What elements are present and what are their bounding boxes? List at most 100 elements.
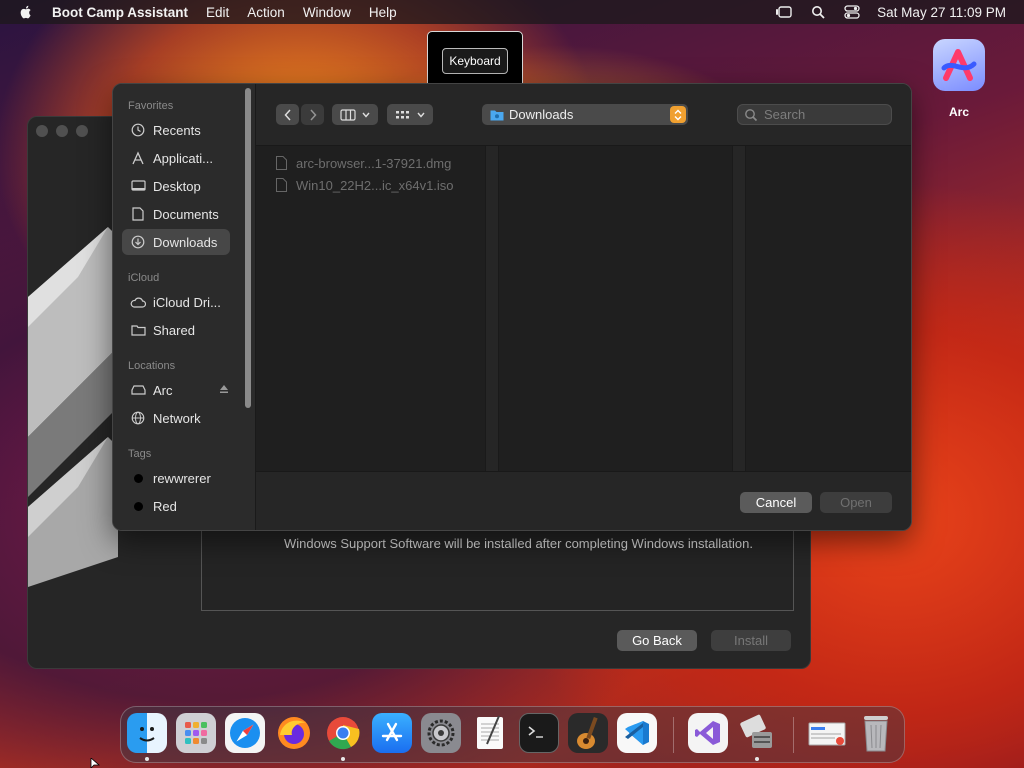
dock-finder-icon[interactable]: [127, 713, 167, 753]
file-name: arc-browser...1-37921.dmg: [296, 155, 452, 171]
dock-system-settings-icon[interactable]: [421, 713, 461, 753]
search-field[interactable]: [737, 104, 892, 125]
dock-chrome-icon[interactable]: [323, 713, 363, 753]
go-back-button[interactable]: Go Back: [617, 630, 697, 651]
dock-garageband-icon[interactable]: [568, 713, 608, 753]
open-button[interactable]: Open: [820, 492, 892, 513]
sidebar: Favorites Recents Applicati... Desktop D…: [113, 84, 256, 530]
sidebar-item-arc[interactable]: Arc: [122, 377, 230, 403]
dock-safari-icon[interactable]: [225, 713, 265, 753]
install-button[interactable]: Install: [711, 630, 791, 651]
dock-firefox-icon[interactable]: [274, 713, 314, 753]
sidebar-item-applications[interactable]: Applicati...: [122, 145, 230, 171]
running-indicator: [145, 757, 149, 761]
sidebar-item-label: iCloud Dri...: [153, 294, 221, 310]
dock-visual-studio-icon[interactable]: [688, 713, 728, 753]
search-icon: [745, 108, 758, 121]
stepper-icon: [670, 106, 686, 123]
sidebar-item-label: Network: [153, 410, 201, 426]
sidebar-item-tag-partial[interactable]: O: [122, 521, 230, 530]
sidebar-item-network[interactable]: Network: [122, 405, 230, 431]
sidebar-item-shared[interactable]: Shared: [122, 317, 230, 343]
sidebar-section-favorites: Favorites: [128, 100, 174, 112]
location-popup[interactable]: Downloads: [482, 104, 688, 125]
drive-icon: [130, 382, 146, 398]
shared-folder-icon: [130, 322, 146, 338]
sidebar-item-label: Shared: [153, 322, 195, 338]
list-item[interactable]: Win10_22H2...ic_x64v1.iso: [276, 175, 454, 195]
menu-edit[interactable]: Edit: [206, 5, 229, 20]
apple-icon[interactable]: [18, 4, 34, 20]
sidebar-item-documents[interactable]: Documents: [122, 201, 230, 227]
column-resize-handle[interactable]: [485, 146, 499, 471]
sidebar-section-locations: Locations: [128, 360, 176, 372]
grid-icon: [396, 110, 409, 118]
close-button[interactable]: [36, 125, 48, 137]
bootcamp-info-text: Windows Support Software will be install…: [284, 536, 753, 551]
keyboard-popup: Keyboard: [427, 31, 523, 90]
sidebar-scrollbar[interactable]: [245, 88, 251, 408]
applications-icon: [130, 150, 146, 166]
open-file-panel: Favorites Recents Applicati... Desktop D…: [112, 83, 912, 531]
sidebar-item-icloud-drive[interactable]: iCloud Dri...: [122, 289, 230, 315]
menu-window[interactable]: Window: [303, 5, 351, 20]
sidebar-item-label: Applicati...: [153, 150, 213, 166]
list-item[interactable]: arc-browser...1-37921.dmg: [276, 153, 451, 173]
column-view-button[interactable]: [332, 104, 378, 125]
minimize-button[interactable]: [56, 125, 68, 137]
column-resize-handle[interactable]: [732, 146, 746, 471]
sidebar-item-label: Arc: [153, 382, 173, 398]
dock-preview-icon[interactable]: [807, 713, 847, 753]
back-button[interactable]: [276, 104, 299, 125]
forward-button[interactable]: [301, 104, 324, 125]
group-by-button[interactable]: [387, 104, 433, 125]
location-label: Downloads: [509, 107, 574, 122]
sidebar-item-desktop[interactable]: Desktop: [122, 173, 230, 199]
stage-manager-icon[interactable]: [775, 5, 793, 19]
sidebar-item-tag-red[interactable]: Red: [122, 493, 230, 519]
menu-action[interactable]: Action: [247, 5, 285, 20]
dock-vscode-icon[interactable]: [617, 713, 657, 753]
sidebar-item-label: rewwrerer: [153, 470, 211, 486]
columns-icon: [340, 108, 356, 121]
dock-trash-icon[interactable]: [856, 713, 896, 753]
cancel-button[interactable]: Cancel: [740, 492, 812, 513]
eject-icon[interactable]: [218, 383, 230, 395]
dock-separator: [793, 717, 794, 753]
dock-terminal-icon[interactable]: [519, 713, 559, 753]
chevron-right-icon: [309, 108, 317, 121]
sidebar-item-downloads[interactable]: Downloads: [122, 229, 230, 255]
menu-help[interactable]: Help: [369, 5, 397, 20]
search-input[interactable]: [764, 107, 884, 122]
desktop-icon-label: Arc: [948, 105, 969, 119]
sidebar-item-label: Red: [153, 498, 177, 514]
desktop-icon-arc[interactable]: Arc: [931, 39, 987, 119]
tag-dot-icon: [130, 526, 146, 530]
control-center-icon[interactable]: [843, 5, 861, 19]
running-indicator: [341, 757, 345, 761]
dock-textedit-icon[interactable]: [470, 713, 510, 753]
file-name: Win10_22H2...ic_x64v1.iso: [296, 177, 454, 193]
nav-buttons: [276, 104, 324, 125]
window-controls: [36, 125, 88, 137]
dock: [120, 706, 905, 763]
tag-dot-icon: [130, 498, 146, 514]
keyboard-key: Keyboard: [442, 47, 508, 74]
dock-launchpad-icon[interactable]: [176, 713, 216, 753]
file-icon: [276, 178, 287, 192]
arc-drive-icon[interactable]: [933, 39, 985, 91]
app-name-menu[interactable]: Boot Camp Assistant: [52, 5, 188, 20]
sidebar-item-tag-rewwrerer[interactable]: rewwrerer: [122, 465, 230, 491]
bootcamp-logo-icon: [28, 227, 118, 587]
sidebar-item-recents[interactable]: Recents: [122, 117, 230, 143]
dock-app-store-icon[interactable]: [372, 713, 412, 753]
chevron-down-icon: [417, 112, 425, 118]
menu-bar-clock[interactable]: Sat May 27 11:09 PM: [877, 5, 1006, 20]
sidebar-section-icloud: iCloud: [128, 272, 160, 284]
zoom-button[interactable]: [76, 125, 88, 137]
dock-bootcamp-icon[interactable]: [737, 713, 777, 753]
spotlight-search-icon[interactable]: [809, 5, 827, 19]
panel-footer: Cancel Open: [256, 471, 911, 530]
dock-separator: [673, 717, 674, 753]
running-indicator: [755, 757, 759, 761]
